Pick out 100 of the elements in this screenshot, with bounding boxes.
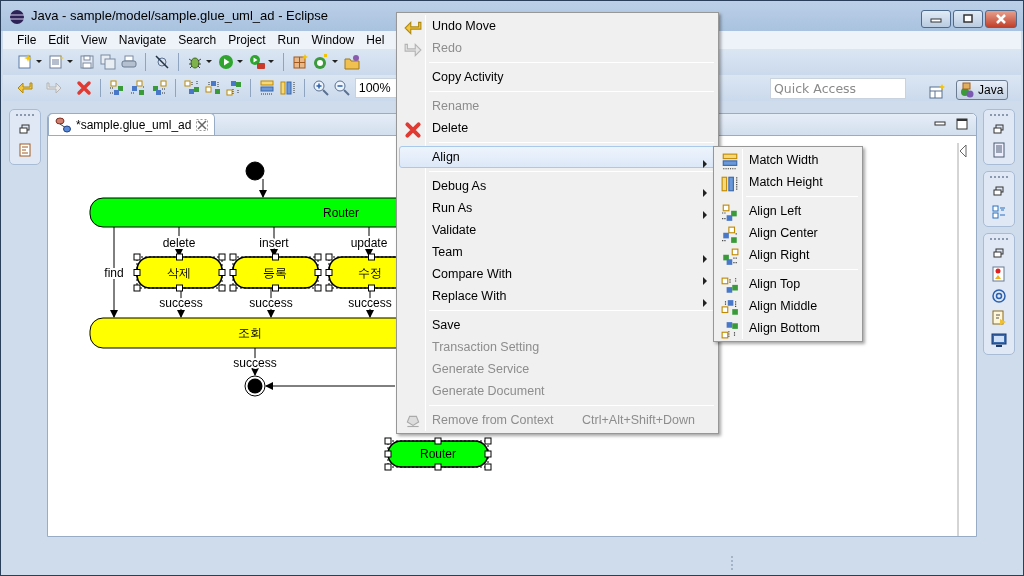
zoom-in-icon[interactable] <box>312 80 329 96</box>
start-node[interactable] <box>245 161 265 181</box>
window-title: Java - sample/model/sample.glue_uml_ad - Eclipse <box>31 7 328 26</box>
delete-icon[interactable] <box>75 80 92 96</box>
menu-item[interactable]: Compare With <box>399 263 716 285</box>
menu-item[interactable]: Navigate <box>112 31 173 49</box>
menu-item[interactable]: View <box>75 31 113 49</box>
close-icon <box>994 14 1008 24</box>
menu-item[interactable]: Replace With <box>399 285 716 307</box>
align-bottom-icon <box>721 320 739 339</box>
align-top-icon <box>721 276 739 295</box>
editor-tab[interactable]: *sample.glue_uml_ad <box>48 113 216 135</box>
save-icon[interactable] <box>79 54 95 70</box>
restore-icon[interactable] <box>991 122 1007 136</box>
shortcut-label: Ctrl+Alt+Shift+Down <box>582 411 696 429</box>
submenu-arrow-icon <box>703 254 707 263</box>
zoom-out-icon[interactable] <box>333 80 350 96</box>
align-center-icon <box>721 225 739 244</box>
align-middle-icon[interactable] <box>204 80 221 96</box>
menu-item[interactable]: Project <box>222 31 272 49</box>
edge-label: insert <box>259 236 289 250</box>
diagram-file-icon <box>55 116 71 133</box>
align-left-icon[interactable] <box>108 80 125 96</box>
menu-item[interactable]: Window <box>305 31 361 49</box>
activity-node[interactable]: 등록 <box>229 253 322 292</box>
java-perspective-icon <box>960 82 976 98</box>
submenu-arrow-icon <box>703 159 707 168</box>
menu-item[interactable]: Align Center <box>716 222 860 244</box>
menu-item[interactable]: Team <box>399 241 716 263</box>
align-center-icon[interactable] <box>129 80 146 96</box>
print-icon[interactable] <box>121 54 137 70</box>
menu-item[interactable]: Undo Move <box>399 15 716 37</box>
match-width-icon <box>721 152 739 171</box>
edge-label: success <box>249 296 293 310</box>
align-middle-icon <box>721 298 739 317</box>
edge-label: update <box>350 236 388 250</box>
menu-item[interactable]: Align Middle <box>716 295 860 317</box>
end-node[interactable] <box>244 375 266 397</box>
eclipse-logo-icon <box>9 8 25 25</box>
problems-view-icon[interactable] <box>991 266 1007 282</box>
submenu-arrow-icon <box>703 276 707 285</box>
submenu-arrow-icon <box>703 188 707 197</box>
open-folder-icon[interactable] <box>344 54 360 70</box>
debug-icon[interactable] <box>187 54 203 70</box>
menu-item[interactable]: Delete <box>399 117 716 139</box>
menu-item[interactable]: Run <box>271 31 306 49</box>
align-bottom-icon[interactable] <box>225 80 242 96</box>
resize-grip-icon[interactable] <box>729 555 735 571</box>
new-grid-icon[interactable] <box>292 54 308 70</box>
minimize-button[interactable] <box>921 10 951 28</box>
maximize-button[interactable] <box>953 10 983 28</box>
edge-label: delete <box>162 236 196 250</box>
menu-item[interactable]: Align Right <box>716 244 860 266</box>
java-perspective-button[interactable]: Java <box>956 80 1008 100</box>
quick-access-field[interactable]: Quick Access <box>770 78 906 99</box>
collapse-palette-icon[interactable] <box>959 144 967 158</box>
maximize-icon[interactable] <box>956 118 968 130</box>
outline-view-icon[interactable] <box>991 142 1007 158</box>
align-right-icon <box>721 247 739 266</box>
menu-item[interactable]: Align Left <box>716 200 860 222</box>
match-height-icon <box>721 174 739 193</box>
restore-icon <box>961 14 975 24</box>
open-perspective-icon[interactable] <box>929 83 945 100</box>
menu-item[interactable]: Align <box>399 146 716 168</box>
delete-icon <box>404 120 422 139</box>
match-width-icon[interactable] <box>258 80 275 96</box>
close-button[interactable] <box>985 10 1017 28</box>
menu-item[interactable]: Align Bottom <box>716 317 860 339</box>
menu-item[interactable]: Debug As <box>399 175 716 197</box>
menu-item[interactable]: Copy Activity <box>399 66 716 88</box>
console-view-icon[interactable] <box>991 332 1007 348</box>
undo-icon[interactable] <box>17 80 33 96</box>
edge-label: success <box>348 296 392 310</box>
close-tab-icon[interactable] <box>196 118 209 131</box>
menu-item[interactable]: Match Width <box>716 149 860 171</box>
submenu-arrow-icon <box>703 210 707 219</box>
submenu-arrow-icon <box>703 298 707 307</box>
menu-item[interactable]: Edit <box>42 31 76 49</box>
declaration-view-icon[interactable] <box>991 310 1007 326</box>
activity-node[interactable]: Router <box>384 437 492 471</box>
align-top-icon[interactable] <box>183 80 200 96</box>
align-left-icon <box>721 203 739 222</box>
restore-icon[interactable] <box>17 122 33 136</box>
restore-icon[interactable] <box>991 246 1007 260</box>
edge-label: success <box>233 356 277 370</box>
menu-item[interactable]: Match Height <box>716 171 860 193</box>
hierarchy-view-icon[interactable] <box>991 204 1007 220</box>
match-height-icon[interactable] <box>279 80 296 96</box>
breakpoint-off-icon[interactable] <box>154 54 170 70</box>
activity-node[interactable]: 삭제 <box>133 253 226 292</box>
menu-item[interactable]: File <box>11 31 43 49</box>
menu-item[interactable]: Hel <box>360 31 391 49</box>
edge-label: success <box>159 296 203 310</box>
menu-item[interactable]: Align Top <box>716 273 860 295</box>
restore-icon[interactable] <box>991 184 1007 198</box>
run-server-icon[interactable] <box>249 54 265 70</box>
connector-arrow <box>259 178 267 198</box>
outline-view-icon[interactable] <box>17 142 33 158</box>
align-right-icon[interactable] <box>150 80 167 96</box>
menu-item[interactable]: Search <box>172 31 223 49</box>
